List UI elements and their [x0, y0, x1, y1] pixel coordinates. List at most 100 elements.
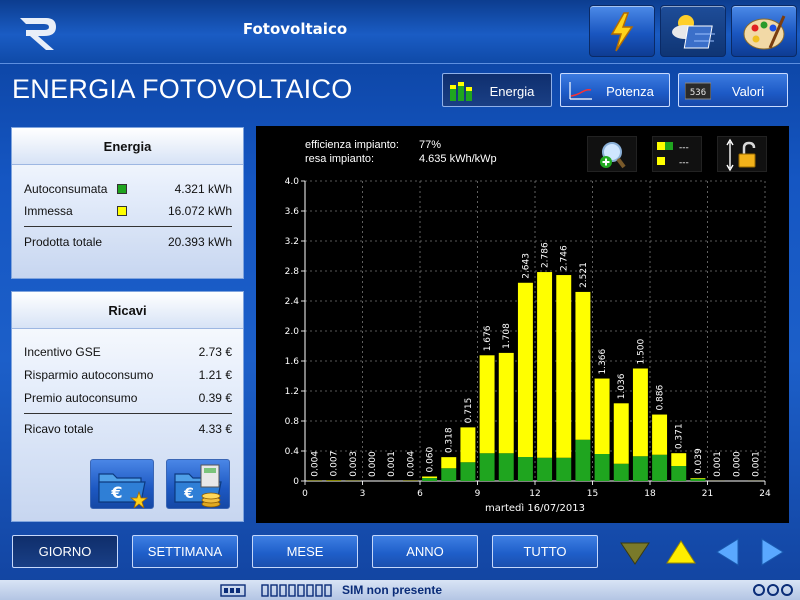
bar-data-label: 0.715: [464, 398, 474, 424]
y-tick-label: 3.2: [285, 237, 299, 247]
y-tick-label: 0.4: [285, 447, 300, 457]
x-tick-label: 21: [702, 489, 713, 499]
tab-valori[interactable]: 536 Valori: [678, 73, 788, 107]
bar-data-label: 0.000: [368, 451, 378, 477]
energy-nav-button[interactable]: [589, 5, 655, 57]
bar-data-label: 2.746: [560, 245, 570, 271]
bar-autoconsumata: [517, 457, 533, 481]
incentivo-value: 2.73 €: [198, 345, 232, 359]
bar-immessa: [326, 480, 342, 481]
x-tick-label: 18: [644, 489, 656, 499]
y-tick-label: 3.6: [285, 207, 300, 217]
bar-autoconsumata: [556, 457, 572, 481]
bar-autoconsumata: [690, 478, 706, 481]
period-tutto-button[interactable]: TUTTO: [492, 535, 598, 568]
previous-arrow-icon[interactable]: [711, 536, 743, 568]
scroll-up-arrow-icon[interactable]: [665, 536, 697, 568]
bar-data-label: 1.708: [502, 323, 512, 349]
y-tick-label: 2.4: [285, 297, 300, 307]
x-tick-label: 6: [417, 489, 423, 499]
bar-autoconsumata: [479, 453, 495, 481]
line-chart-icon: [569, 82, 592, 100]
bar-immessa: [537, 272, 553, 458]
y-tick-label: 2.8: [285, 267, 300, 277]
autoconsumata-swatch: [117, 184, 127, 194]
immessa-label: Immessa: [24, 204, 73, 218]
x-tick-label: 3: [360, 489, 366, 499]
risparmio-value: 1.21 €: [198, 368, 232, 382]
chart-plot: 0 0.4 0.8 1.2 1.6 2.0 2.4 2.8 3.2 3.6 4.0 0 3 6 9 12 15 1…: [285, 177, 771, 514]
status-bar: SIM non presente: [0, 580, 800, 600]
bar-data-label: 1.676: [483, 325, 493, 351]
autoconsumata-row: Autoconsumata 4.321 kWh: [24, 180, 232, 198]
bar-immessa: [594, 378, 610, 454]
page-dots-icon: [753, 584, 793, 596]
x-tick-label: 0: [302, 489, 308, 499]
scroll-down-arrow-icon[interactable]: [619, 536, 651, 568]
bar-data-label: 2.521: [579, 262, 589, 288]
bar-immessa: [652, 414, 668, 455]
x-tick-label: 12: [529, 489, 540, 499]
prodotta-totale-label: Prodotta totale: [24, 235, 103, 249]
top-bar: Fotovoltaico: [0, 0, 800, 64]
bar-data-label: 2.643: [521, 253, 531, 279]
period-giorno-button[interactable]: GIORNO: [12, 535, 118, 568]
bar-data-label: 0.886: [656, 385, 666, 411]
x-tick-label: 24: [759, 489, 771, 499]
revenue-calculator-button[interactable]: €: [166, 459, 230, 509]
bar-data-label: 0.000: [732, 451, 742, 477]
prodotta-totale-row: Prodotta totale 20.393 kWh: [24, 233, 232, 251]
tariff-settings-button[interactable]: €: [90, 459, 154, 509]
bar-immessa: [422, 476, 438, 478]
bar-autoconsumata: [671, 466, 687, 481]
tab-energia-label: Energia: [489, 84, 535, 99]
period-anno-button[interactable]: ANNO: [372, 535, 478, 568]
values-icon: 536: [685, 82, 711, 100]
bar-data-label: 0.001: [713, 451, 723, 477]
tab-potenza[interactable]: Potenza: [560, 73, 670, 107]
risparmio-row: Risparmio autoconsumo 1.21 €: [24, 366, 232, 384]
bar-data-label: 0.007: [330, 451, 340, 477]
energia-panel: Energia Autoconsumata 4.321 kWh Immessa …: [11, 127, 244, 279]
period-mese-button[interactable]: MESE: [252, 535, 358, 568]
prodotta-totale-value: 20.393 kWh: [167, 235, 232, 249]
bar-data-label: 2.786: [541, 242, 551, 268]
bar-chart-icon: [450, 82, 472, 101]
bar-data-label: 0.003: [349, 451, 359, 477]
calculator-coins-icon: €: [174, 464, 222, 508]
euro-folder-icon: €: [98, 473, 149, 508]
bar-autoconsumata: [498, 453, 514, 481]
x-tick-label: 15: [587, 489, 598, 499]
tab-energia[interactable]: Energia: [442, 73, 552, 107]
y-tick-label: 2.0: [285, 327, 300, 337]
palette-nav-button[interactable]: [731, 5, 797, 57]
energia-panel-title: Energia: [12, 128, 243, 165]
risparmio-label: Risparmio autoconsumo: [24, 368, 154, 382]
bar-autoconsumata: [594, 454, 610, 481]
y-tick-label: 4.0: [285, 177, 300, 187]
bar-immessa: [690, 478, 706, 479]
svg-text:€: €: [110, 483, 122, 502]
weather-nav-button[interactable]: [660, 5, 726, 57]
sim-status-text: SIM non presente: [342, 583, 443, 597]
period-settimana-button[interactable]: SETTIMANA: [132, 535, 238, 568]
bar-immessa: [517, 282, 533, 457]
y-tick-label: 0: [293, 477, 299, 487]
x-axis-label: martedì 16/07/2013: [485, 502, 585, 514]
bar-data-label: 0.318: [445, 427, 455, 453]
page-title: ENERGIA FOTOVOLTAICO: [12, 74, 353, 104]
bar-immessa: [632, 368, 648, 457]
next-arrow-icon[interactable]: [757, 536, 789, 568]
ricavo-totale-value: 4.33 €: [198, 422, 232, 436]
bar-autoconsumata: [632, 456, 648, 481]
bar-immessa: [460, 427, 476, 463]
bar-immessa: [479, 355, 495, 454]
premio-row: Premio autoconsumo 0.39 €: [24, 389, 232, 407]
svg-text:€: €: [183, 486, 194, 502]
bar-data-label: 1.036: [617, 373, 627, 399]
signal-status-icon: [220, 584, 332, 597]
bar-autoconsumata: [652, 454, 668, 481]
ricavi-panel-title: Ricavi: [12, 292, 243, 329]
y-tick-label: 0.8: [285, 417, 300, 427]
logo-icon: [20, 18, 56, 50]
